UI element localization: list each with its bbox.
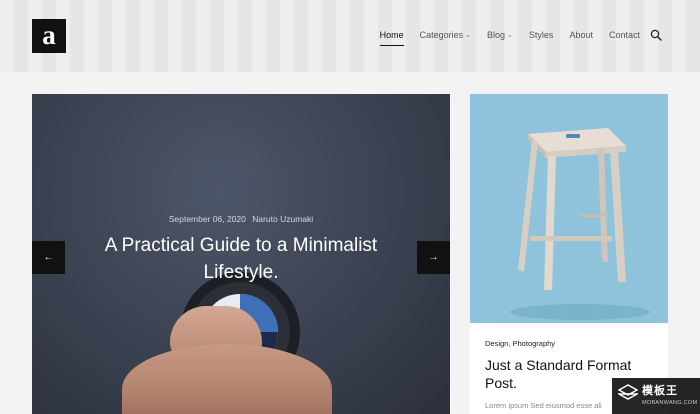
watermark: 模板王 MOBANWANG.COM <box>612 378 700 414</box>
main-nav: Home Categories ⌄ Blog ⌄ Styles About Co… <box>364 30 640 46</box>
watermark-logo-icon <box>618 384 638 400</box>
nav-item-label: Blog <box>487 30 506 40</box>
nav-item-label: Categories <box>419 30 464 40</box>
nav-item-about[interactable]: About <box>569 30 593 40</box>
stool-image <box>470 94 668 323</box>
nav-item-home[interactable]: Home <box>379 30 404 46</box>
post-meta: September 06, 2020 Naruto Uzumaki <box>32 214 450 224</box>
slider-prev-button[interactable]: ← <box>32 241 65 274</box>
nav-item-categories[interactable]: Categories ⌄ <box>420 30 471 40</box>
nav-item-label: Home <box>379 30 404 40</box>
hero-post-title[interactable]: A Practical Guide to a Minimalist Lifest… <box>92 232 390 286</box>
search-icon[interactable] <box>650 29 662 41</box>
nav-item-label: Contact <box>608 30 640 40</box>
chevron-down-icon: ⌄ <box>507 32 513 39</box>
post-author[interactable]: Naruto Uzumaki <box>252 214 313 224</box>
watermark-subtext: MOBANWANG.COM <box>642 400 698 406</box>
site-header: a Home Categories ⌄ Blog ⌄ Styles About … <box>0 0 700 72</box>
post-excerpt: Lorem ipsum Sed eiusmod esse ali <box>485 401 602 410</box>
chevron-down-icon: ⌄ <box>465 32 472 39</box>
nav-item-styles[interactable]: Styles <box>529 30 554 40</box>
post-card[interactable]: Design, Photography Just a Standard Form… <box>470 94 668 414</box>
nav-item-label: Styles <box>528 30 554 40</box>
nav-item-contact[interactable]: Contact <box>609 30 640 40</box>
hero-slider[interactable]: September 06, 2020 Naruto Uzumaki A Prac… <box>32 94 450 414</box>
slider-next-button[interactable]: → <box>417 241 450 274</box>
arrow-left-icon: ← <box>43 252 54 263</box>
site-logo[interactable]: a <box>32 19 66 53</box>
post-categories[interactable]: Design, Photography <box>485 339 555 348</box>
nav-item-label: About <box>569 30 593 40</box>
watermark-text: 模板王 <box>642 385 678 397</box>
arrow-right-icon: → <box>428 252 439 263</box>
nav-item-blog[interactable]: Blog ⌄ <box>487 30 513 40</box>
post-date: September 06, 2020 <box>168 214 246 224</box>
